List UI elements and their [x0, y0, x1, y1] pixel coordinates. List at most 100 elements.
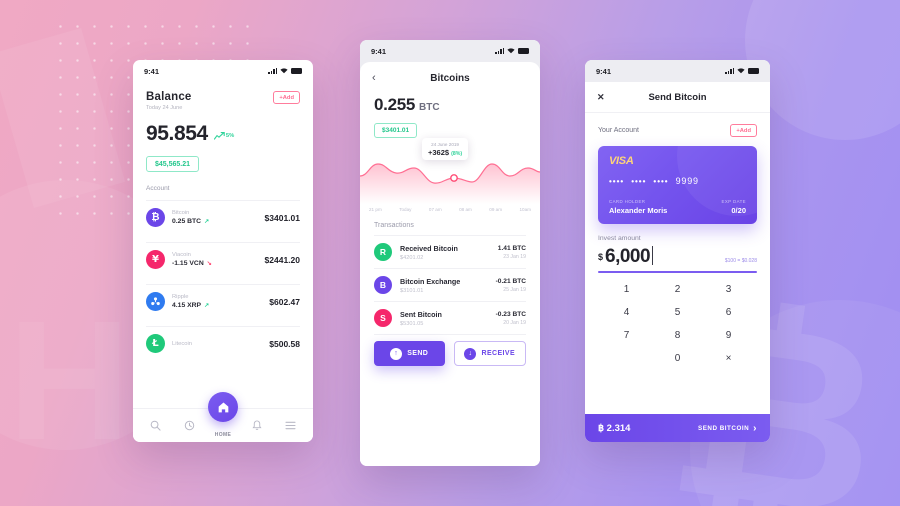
signal-icon — [268, 68, 277, 74]
signal-icon — [495, 48, 504, 54]
page-title: Balance — [146, 91, 192, 103]
transaction-amount: 1.41 BTC — [497, 244, 526, 252]
add-account-button[interactable]: +Add — [273, 91, 300, 104]
account-value: $3401.01 — [264, 212, 300, 223]
key-4[interactable]: 4 — [601, 303, 652, 322]
card-mask-group: •••• — [609, 176, 625, 186]
balance-change-pct: 5% — [225, 133, 235, 139]
wifi-icon — [507, 47, 515, 56]
transactions-label: Transactions — [374, 222, 414, 229]
price-chart[interactable]: 24 June 2019 +362$ (8%) — [360, 138, 540, 204]
account-amount: 4.15 XRP — [172, 301, 202, 309]
key-3[interactable]: 3 — [703, 280, 754, 299]
tooltip-date: 24 June 2019 — [431, 141, 459, 147]
balance-value: 95.854 — [146, 122, 208, 145]
account-amount: -1.15 VCN — [172, 259, 204, 267]
visa-logo: VISA — [609, 155, 634, 167]
send-bitcoin-button[interactable]: SEND BITCOIN › — [698, 423, 757, 434]
history-icon[interactable] — [180, 420, 198, 431]
chart-marker — [450, 174, 458, 182]
trend-up-icon — [213, 132, 225, 140]
account-name: Ripple — [172, 294, 189, 301]
credit-card[interactable]: VISA •••• •••• •••• 9999 CARD HOLDER Ale… — [598, 146, 757, 224]
card-exp-value: 0/20 — [731, 206, 746, 215]
close-icon[interactable]: ✕ — [597, 92, 609, 103]
chart-axis: 21 pm Today 07 am 08 am 09 am 10am — [360, 204, 540, 212]
battery-icon — [291, 68, 302, 74]
phone-balance-screen: 9:41 Balance Today 24 June +Add 95.854 5… — [133, 60, 313, 442]
amount-value: 6,000 — [605, 246, 651, 267]
currency-symbol: $ — [598, 252, 604, 262]
send-bitcoin-bar[interactable]: ฿ 2.314 SEND BITCOIN › — [585, 414, 770, 442]
card-holder-label: CARD HOLDER — [609, 199, 646, 204]
bitcoin-icon: ₿ — [146, 208, 165, 227]
balance-change: 5% — [213, 132, 235, 140]
key-7[interactable]: 7 — [601, 326, 652, 345]
arrow-down-icon: ↓ — [464, 347, 477, 360]
phone-bitcoin-detail-screen: 9:41 ‹ Bitcoins 0.255 BTC $3401.01 24 Ju… — [360, 40, 540, 466]
btc-total: ฿ 2.314 — [598, 422, 631, 434]
home-button[interactable] — [208, 392, 238, 422]
receive-button[interactable]: ↓ RECEIVE — [453, 341, 526, 366]
conversion-rate: $100 = $0.028 — [724, 258, 757, 264]
transaction-amount: -0.23 BTC — [495, 310, 526, 318]
phone-send-bitcoin-screen: 9:41 ✕ Send Bitcoin Your Account +Add VI… — [585, 60, 770, 442]
account-value: $2441.20 — [264, 254, 300, 265]
transaction-avatar: B — [374, 276, 392, 294]
axis-tick: 09 am — [489, 207, 503, 212]
status-time: 9:41 — [596, 66, 612, 76]
wifi-icon — [280, 67, 288, 76]
key-5[interactable]: 5 — [652, 303, 703, 322]
transaction-amount: -0.21 BTC — [495, 277, 526, 285]
key-2[interactable]: 2 — [652, 280, 703, 299]
bell-icon[interactable] — [248, 420, 266, 431]
add-account-button[interactable]: +Add — [730, 124, 757, 137]
axis-tick: 21 pm — [369, 207, 382, 212]
transaction-row[interactable]: B Bitcoin Exchange $3101.01 -0.21 BTC 25… — [360, 269, 540, 301]
status-bar: 9:41 — [360, 40, 540, 62]
tooltip-pct: (8%) — [451, 150, 463, 157]
transaction-row[interactable]: S Sent Bitcoin $5301.05 -0.23 BTC 20 Jan… — [360, 302, 540, 334]
account-row-viacoin[interactable]: ¥ Viacoin -1.15 VCN ↘ $2441.20 — [133, 243, 313, 276]
transaction-avatar: R — [374, 243, 392, 261]
send-button[interactable]: ↑ SEND — [374, 341, 445, 366]
ripple-icon — [146, 292, 165, 311]
back-icon[interactable]: ‹ — [372, 72, 384, 84]
send-bitcoin-label: SEND BITCOIN — [698, 424, 750, 432]
search-icon[interactable] — [147, 420, 165, 431]
key-0[interactable]: 0 — [652, 349, 703, 368]
status-bar: 9:41 — [585, 60, 770, 82]
key-6[interactable]: 6 — [703, 303, 754, 322]
transaction-sub: $5301.05 — [400, 320, 424, 327]
account-row-bitcoin[interactable]: ₿ Bitcoin 0.25 BTC ↗ $3401.01 — [133, 201, 313, 234]
invest-amount-label: Invest amount — [598, 235, 641, 242]
account-row-ripple[interactable]: Ripple 4.15 XRP ↗ $602.47 — [133, 285, 313, 318]
card-mask-group: •••• — [653, 176, 669, 186]
account-value: $500.58 — [269, 338, 300, 349]
key-9[interactable]: 9 — [703, 326, 754, 345]
home-icon — [218, 401, 228, 412]
transaction-row[interactable]: R Received Bitcoin $4201.02 1.41 BTC 23 … — [360, 236, 540, 268]
account-row-litecoin[interactable]: Ł Litecoin $500.58 — [133, 327, 313, 360]
home-label: HOME — [214, 432, 232, 438]
chart-tooltip: 24 June 2019 +362$ (8%) — [422, 138, 469, 160]
btc-unit: BTC — [419, 102, 440, 113]
transaction-avatar: S — [374, 309, 392, 327]
status-time: 9:41 — [371, 46, 387, 56]
chevron-right-icon: › — [753, 422, 757, 434]
key-backspace[interactable]: × — [703, 349, 754, 368]
key-1[interactable]: 1 — [601, 280, 652, 299]
amount-input[interactable]: $ 6,000 $100 = $0.028 — [585, 242, 770, 268]
balance-subtitle: Today 24 June — [146, 105, 183, 111]
page-title: Send Bitcoin — [648, 92, 707, 103]
transaction-sub: $3101.01 — [400, 287, 424, 294]
receive-label: RECEIVE — [481, 350, 516, 357]
account-section-label: Your Account — [598, 127, 639, 134]
card-mask-group: •••• — [631, 176, 647, 186]
transaction-date: 20 Jan 19 — [503, 319, 526, 326]
menu-icon[interactable] — [281, 421, 299, 430]
trend-down-icon: ↘ — [206, 260, 212, 267]
tooltip-value: +362$ — [428, 147, 450, 157]
key-8[interactable]: 8 — [652, 326, 703, 345]
account-value: $602.47 — [269, 296, 300, 307]
